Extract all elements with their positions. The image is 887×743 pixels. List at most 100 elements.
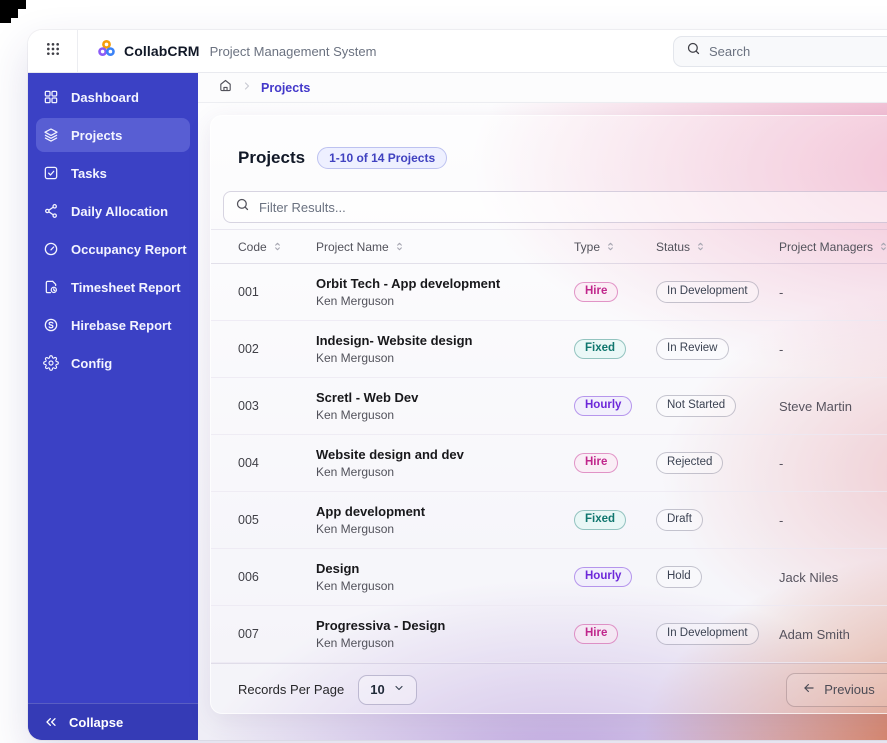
brand-name: CollabCRM bbox=[124, 43, 200, 59]
records-per-page-select[interactable]: 10 bbox=[358, 674, 417, 705]
search-icon bbox=[686, 41, 701, 61]
cell-project: Design Ken Merguson bbox=[316, 560, 574, 594]
gradient-zone: Projects 1-10 of 14 Projects Code bbox=[198, 103, 887, 740]
project-name: Design bbox=[316, 561, 360, 576]
sort-icon bbox=[605, 241, 616, 252]
table-row[interactable]: 002 Indesign- Website design Ken Merguso… bbox=[211, 321, 887, 378]
sidebar-item-label: Tasks bbox=[71, 165, 107, 181]
pagination: Previous 1 bbox=[786, 672, 887, 707]
breadcrumb-current[interactable]: Projects bbox=[261, 81, 310, 95]
sidebar-item-config[interactable]: Config bbox=[36, 346, 190, 380]
column-header-type[interactable]: Type bbox=[574, 240, 656, 254]
cell-project: Website design and dev Ken Merguson bbox=[316, 446, 574, 480]
collapse-label: Collapse bbox=[69, 714, 124, 730]
cell-status: Not Started bbox=[656, 395, 779, 417]
cell-managers: - bbox=[779, 284, 784, 300]
page-title: Projects bbox=[238, 147, 306, 167]
sidebar-collapse-button[interactable]: Collapse bbox=[28, 703, 198, 740]
cell-managers: Adam Smith bbox=[779, 626, 850, 642]
sort-icon bbox=[878, 241, 887, 252]
card-header: Projects 1-10 of 14 Projects bbox=[211, 116, 887, 191]
project-owner: Ken Merguson bbox=[316, 579, 395, 593]
filter-box[interactable] bbox=[223, 191, 887, 223]
cell-type: Hire bbox=[574, 281, 656, 303]
table-body: 001 Orbit Tech - App development Ken Mer… bbox=[211, 264, 887, 663]
sidebar-item-label: Config bbox=[71, 355, 113, 371]
collabcrm-logo-icon bbox=[97, 39, 116, 63]
top-bar: CollabCRM Project Management System bbox=[28, 30, 887, 73]
dashboard-icon bbox=[43, 89, 59, 105]
table-row[interactable]: 006 Design Ken Merguson Hourly Hold Jack… bbox=[211, 549, 887, 606]
filter-input[interactable] bbox=[259, 199, 887, 215]
column-header-status[interactable]: Status bbox=[656, 240, 779, 254]
cell-code: 006 bbox=[238, 570, 259, 584]
column-header-label: Project Managers bbox=[779, 239, 874, 254]
cell-code: 002 bbox=[238, 342, 259, 356]
column-header-project-managers[interactable]: Project Managers bbox=[779, 240, 887, 254]
status-badge: Draft bbox=[656, 509, 703, 531]
cell-project: Indesign- Website design Ken Merguson bbox=[316, 332, 574, 366]
cell-status: Hold bbox=[656, 566, 779, 588]
table-row[interactable]: 007 Progressiva - Design Ken Merguson Hi… bbox=[211, 606, 887, 663]
cell-managers: - bbox=[779, 512, 784, 528]
status-badge: In Development bbox=[656, 281, 759, 303]
cell-code: 001 bbox=[238, 285, 259, 299]
records-per-page-value: 10 bbox=[370, 682, 385, 697]
cell-project: Orbit Tech - App development Ken Merguso… bbox=[316, 275, 574, 309]
status-badge: In Review bbox=[656, 338, 729, 360]
sidebar-item-hirebase-report[interactable]: Hirebase Report bbox=[36, 308, 190, 342]
sidebar-item-tasks[interactable]: Tasks bbox=[36, 156, 190, 190]
cell-status: In Development bbox=[656, 281, 779, 303]
sidebar-item-label: Daily Allocation bbox=[71, 203, 169, 219]
chevron-right-icon bbox=[241, 79, 253, 97]
sidebar-item-projects[interactable]: Projects bbox=[36, 118, 190, 152]
sidebar-item-label: Timesheet Report bbox=[71, 279, 181, 295]
sidebar-item-timesheet-report[interactable]: Timesheet Report bbox=[36, 270, 190, 304]
sidebar-item-label: Dashboard bbox=[71, 89, 139, 105]
project-owner: Ken Merguson bbox=[316, 636, 395, 650]
cell-managers: Jack Niles bbox=[779, 569, 839, 585]
table-row[interactable]: 003 Scretl - Web Dev Ken Merguson Hourly… bbox=[211, 378, 887, 435]
cell-code: 007 bbox=[238, 627, 259, 641]
global-search[interactable] bbox=[673, 35, 887, 67]
sidebar-item-label: Occupancy Report bbox=[71, 241, 187, 257]
type-badge: Fixed bbox=[574, 509, 627, 531]
table-header-row: Code Project Name Type Status Project Ma bbox=[211, 229, 887, 264]
cell-type: Hourly bbox=[574, 395, 656, 417]
cell-project: Scretl - Web Dev Ken Merguson bbox=[316, 389, 574, 423]
screen-corner-fragment bbox=[0, 18, 11, 23]
table-row[interactable]: 004 Website design and dev Ken Merguson … bbox=[211, 435, 887, 492]
column-header-code[interactable]: Code bbox=[238, 240, 316, 254]
previous-page-button[interactable]: Previous bbox=[787, 674, 887, 706]
cell-code: 003 bbox=[238, 399, 259, 413]
column-header-label: Type bbox=[574, 239, 601, 254]
type-badge: Hire bbox=[574, 281, 619, 303]
sidebar-item-daily-allocation[interactable]: Daily Allocation bbox=[36, 194, 190, 228]
search-input[interactable] bbox=[709, 43, 887, 59]
column-header-project-name[interactable]: Project Name bbox=[316, 240, 574, 254]
gauge-icon bbox=[43, 241, 59, 257]
table-row[interactable]: 005 App development Ken Merguson Fixed D… bbox=[211, 492, 887, 549]
breadcrumb: Projects bbox=[198, 73, 887, 103]
project-owner: Ken Merguson bbox=[316, 522, 395, 536]
type-badge: Fixed bbox=[574, 338, 627, 360]
project-name: Scretl - Web Dev bbox=[316, 390, 419, 405]
projects-card: Projects 1-10 of 14 Projects Code bbox=[210, 115, 887, 714]
cell-status: Draft bbox=[656, 509, 779, 531]
sidebar-item-occupancy-report[interactable]: Occupancy Report bbox=[36, 232, 190, 266]
status-badge: In Development bbox=[656, 623, 759, 645]
table-row[interactable]: 001 Orbit Tech - App development Ken Mer… bbox=[211, 264, 887, 321]
type-badge: Hire bbox=[574, 452, 619, 474]
sidebar-item-label: Projects bbox=[71, 127, 123, 143]
sidebar-item-dashboard[interactable]: Dashboard bbox=[36, 80, 190, 114]
cell-type: Hire bbox=[574, 452, 656, 474]
gear-icon bbox=[43, 355, 59, 371]
sidebar-item-label: Hirebase Report bbox=[71, 317, 172, 333]
sidebar: Dashboard Projects Tasks Daily Allocatio… bbox=[28, 73, 198, 740]
home-icon[interactable] bbox=[218, 78, 233, 98]
app-launcher-button[interactable] bbox=[28, 30, 78, 72]
column-header-label: Code bbox=[238, 239, 267, 254]
cell-project: App development Ken Merguson bbox=[316, 503, 574, 537]
status-badge: Hold bbox=[656, 566, 702, 588]
cell-code: 004 bbox=[238, 456, 259, 470]
